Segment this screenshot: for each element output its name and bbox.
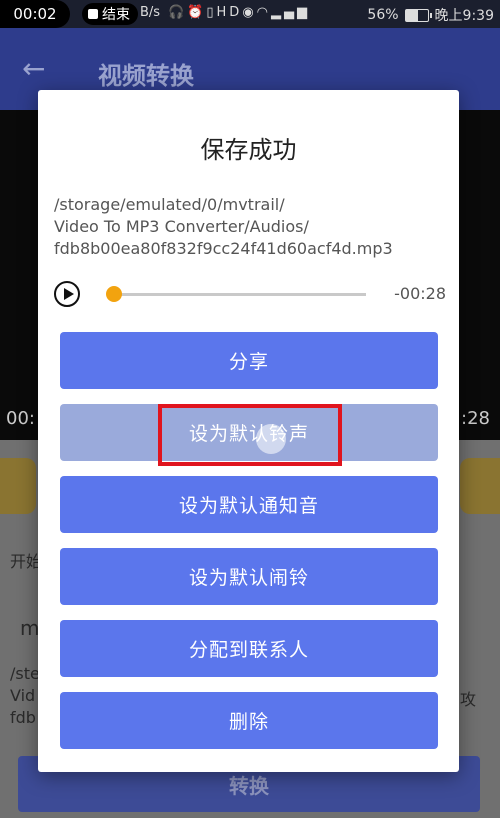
network-speed: B/s xyxy=(140,5,161,20)
page-title: 视频转换 xyxy=(98,62,194,90)
file-path-line: /storage/emulated/0/mvtrail/ xyxy=(54,195,285,214)
audio-player: -00:28 xyxy=(54,280,446,310)
set-default-alarm-button[interactable]: 设为默认闹铃 xyxy=(60,548,438,605)
recording-stop-chip[interactable]: 结束 xyxy=(82,3,138,25)
hd-icon: HD xyxy=(216,5,243,20)
signal-icon: ▂▄▆ xyxy=(271,5,311,20)
bg-path-line: Vid xyxy=(10,686,36,705)
status-icons: 🎧⏰▯HD◉◠▂▄▆ xyxy=(168,5,310,20)
status-right: 56% 晚上9:39 xyxy=(367,5,494,25)
status-bar: 00:02 结束 B/s 🎧⏰▯HD◉◠▂▄▆ 56% 晚上9:39 xyxy=(0,0,500,28)
set-default-ringtone-button[interactable]: 设为默认铃声 xyxy=(60,404,438,461)
recording-stop-label: 结束 xyxy=(102,7,130,23)
bg-path-suffix: 攻 xyxy=(460,690,477,709)
file-path-line: fdb8b00ea80f832f9cc24f41d60acf4d.mp3 xyxy=(54,239,393,258)
remaining-time: -00:28 xyxy=(394,284,446,303)
play-icon[interactable] xyxy=(54,281,80,307)
bg-trim-handle-right xyxy=(460,458,500,514)
set-default-notification-button[interactable]: 设为默认通知音 xyxy=(60,476,438,533)
assign-to-contact-button[interactable]: 分配到联系人 xyxy=(60,620,438,677)
vibrate-icon: ▯ xyxy=(206,5,217,20)
eye-icon: ◉ xyxy=(242,5,257,20)
status-time: 00:02 xyxy=(0,0,70,28)
seek-bar[interactable] xyxy=(114,293,366,296)
alarm-icon: ⏰ xyxy=(187,5,207,20)
bg-path-line: fdb xyxy=(10,708,36,727)
touch-indicator xyxy=(256,424,286,454)
file-path-line: Video To MP3 Converter/Audios/ xyxy=(54,217,309,236)
wifi-icon: ◠ xyxy=(256,5,272,20)
bg-path-line: /ste xyxy=(10,664,40,683)
file-path: /storage/emulated/0/mvtrail/ Video To MP… xyxy=(54,194,449,260)
battery-icon xyxy=(404,8,432,22)
save-success-dialog: 保存成功 /storage/emulated/0/mvtrail/ Video … xyxy=(38,90,459,772)
seek-thumb[interactable] xyxy=(106,286,122,302)
clock: 晚上9:39 xyxy=(434,8,494,24)
stop-icon xyxy=(88,9,98,19)
bg-time-left: 00: xyxy=(6,408,35,429)
bg-trim-handle-left xyxy=(0,458,36,514)
battery-percent: 56% xyxy=(367,7,399,23)
share-button[interactable]: 分享 xyxy=(60,332,438,389)
dialog-title: 保存成功 xyxy=(200,136,297,164)
bg-input-prefix: m xyxy=(20,616,40,640)
delete-button[interactable]: 删除 xyxy=(60,692,438,749)
bg-time-right: :28 xyxy=(461,408,490,429)
headset-icon: 🎧 xyxy=(168,5,188,20)
back-arrow-icon[interactable]: ← xyxy=(22,52,45,85)
